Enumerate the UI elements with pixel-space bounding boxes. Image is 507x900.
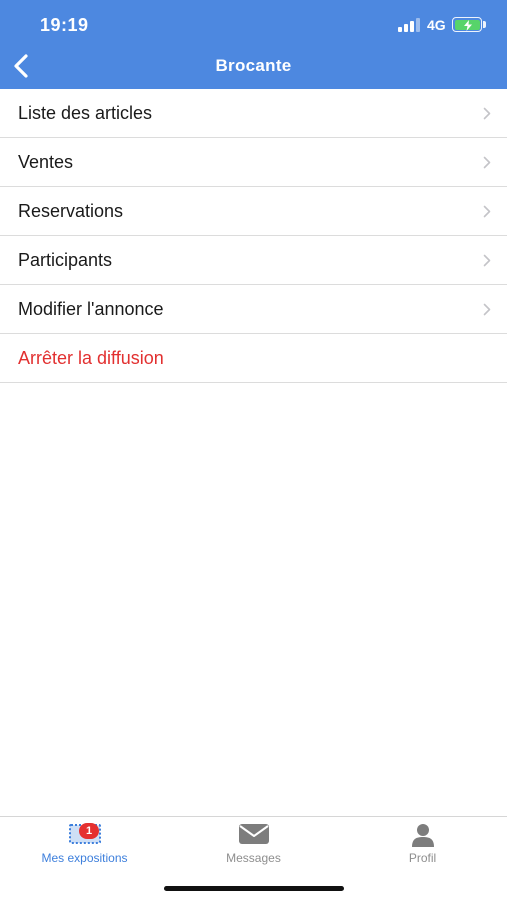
menu-list: Liste des articles Ventes Reservations P… xyxy=(0,89,507,383)
header: 19:19 4G Brocante xyxy=(0,0,507,89)
tab-profil[interactable]: Profil xyxy=(338,817,507,873)
page-title: Brocante xyxy=(215,56,292,75)
network-label: 4G xyxy=(427,17,446,33)
menu-item-label: Participants xyxy=(18,249,113,270)
chevron-right-icon xyxy=(483,205,491,218)
chevron-right-icon xyxy=(483,107,491,120)
tab-label: Messages xyxy=(226,851,281,865)
tab-label: Mes expositions xyxy=(41,851,128,865)
menu-item-reservations[interactable]: Reservations xyxy=(0,187,507,236)
chevron-right-icon xyxy=(483,156,491,169)
stop-broadcast-label: Arrêter la diffusion xyxy=(18,347,164,368)
battery-icon xyxy=(452,17,482,32)
charging-bolt-icon xyxy=(463,19,472,31)
menu-item-liste-articles[interactable]: Liste des articles xyxy=(0,89,507,138)
chevron-right-icon xyxy=(483,254,491,267)
tab-label: Profil xyxy=(408,851,437,865)
tab-messages[interactable]: Messages xyxy=(169,817,338,873)
notification-badge: 1 xyxy=(79,823,99,839)
menu-item-label: Ventes xyxy=(18,151,74,172)
status-time: 19:19 xyxy=(40,15,89,35)
battery-cap xyxy=(483,21,486,28)
menu-item-label: Modifier l'annonce xyxy=(18,298,164,319)
stop-broadcast-button[interactable]: Arrêter la diffusion xyxy=(0,334,507,383)
menu-item-ventes[interactable]: Ventes xyxy=(0,138,507,187)
menu-item-label: Liste des articles xyxy=(18,102,153,123)
user-icon xyxy=(411,824,434,847)
menu-item-label: Reservations xyxy=(18,200,124,221)
chevron-right-icon xyxy=(483,303,491,316)
home-indicator xyxy=(164,886,344,891)
menu-item-modifier-annonce[interactable]: Modifier l'annonce xyxy=(0,285,507,334)
menu-item-participants[interactable]: Participants xyxy=(0,236,507,285)
envelope-icon xyxy=(238,824,269,844)
signal-icon xyxy=(398,18,422,32)
tab-mes-expositions[interactable]: 1 Mes expositions xyxy=(0,817,169,873)
app-screen: 19:19 4G Brocante Liste des articles Ven… xyxy=(0,0,507,900)
